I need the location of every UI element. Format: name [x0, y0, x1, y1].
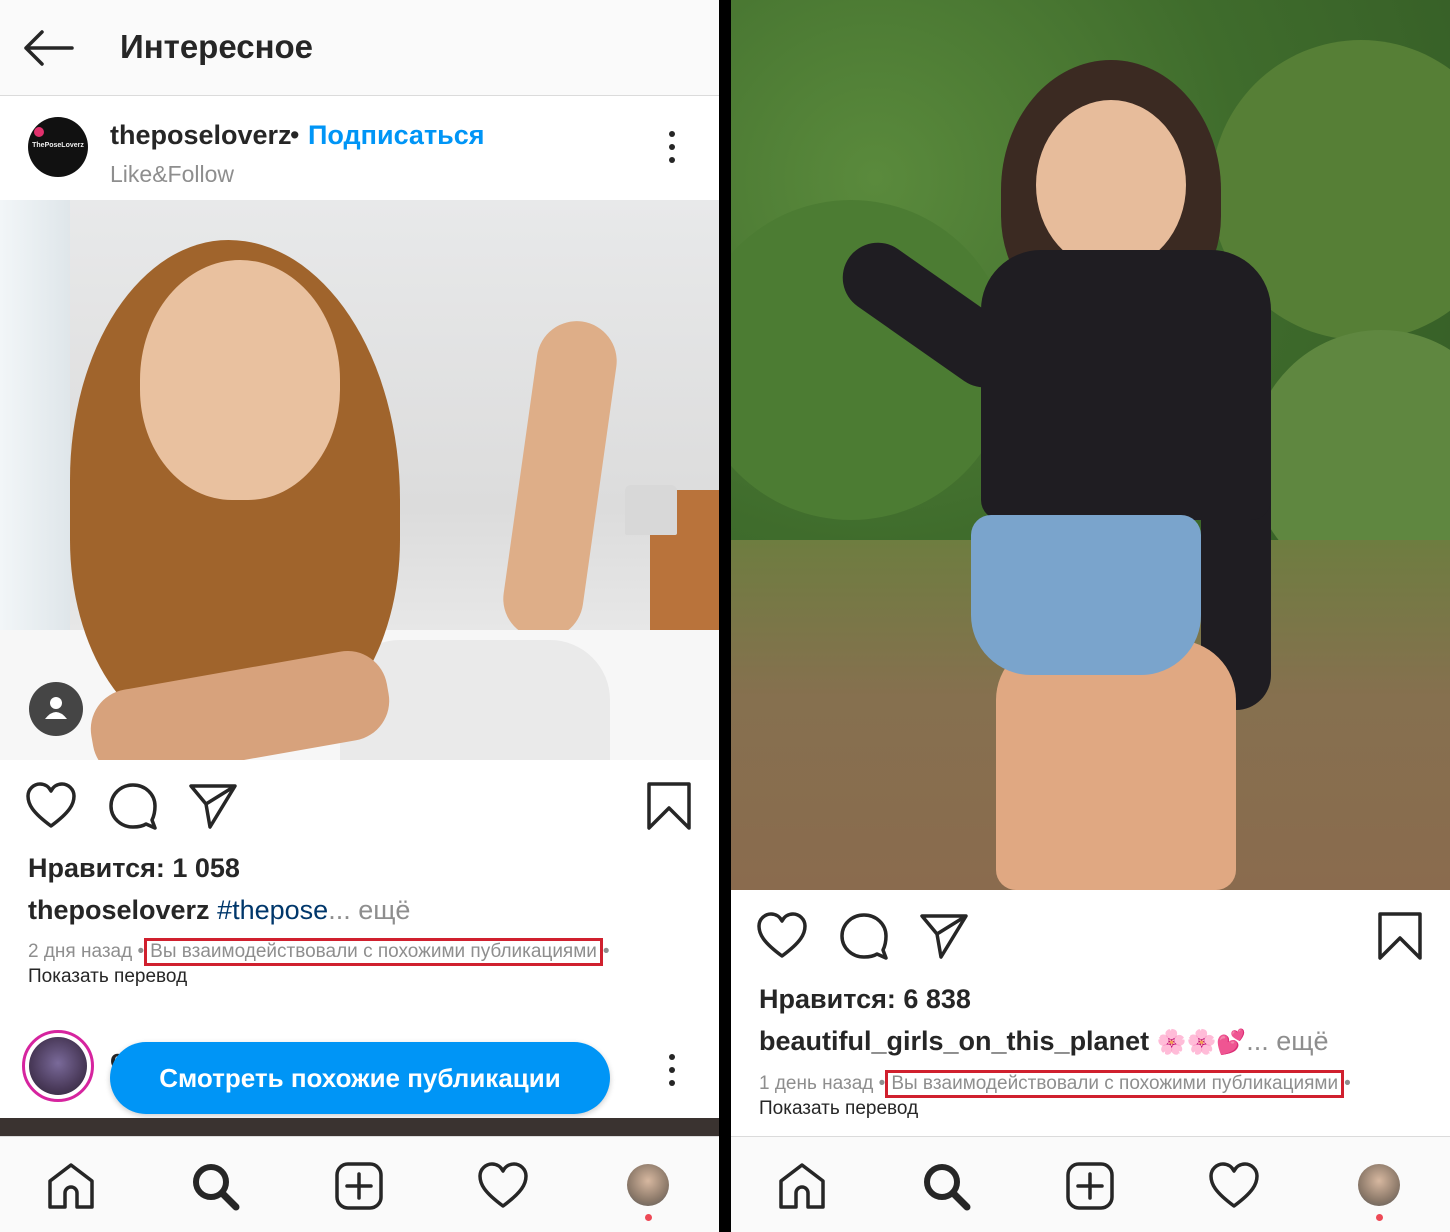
caption-emoji: 🌸🌸💕	[1156, 1029, 1247, 1056]
post-meta: 1 день назад • Вы взаимодействовали с пох…	[759, 1070, 1351, 1098]
post-caption: theposeloverz #thepose... ещё	[28, 895, 410, 926]
left-screen: Интересное ThePoseLoverz theposeloverz •…	[0, 0, 719, 1232]
post-subtitle: Like&Follow	[110, 161, 234, 187]
likes-count[interactable]: Нравится: 1 058	[28, 853, 240, 884]
caption-username[interactable]: theposeloverz	[28, 895, 210, 925]
comment-icon[interactable]	[108, 782, 158, 830]
caption-more-link[interactable]: ... ещё	[328, 895, 410, 925]
bookmark-icon[interactable]	[1375, 912, 1425, 960]
heart-icon[interactable]	[757, 912, 807, 960]
caption-username[interactable]: beautiful_girls_on_this_planet	[759, 1026, 1149, 1056]
post-caption: beautiful_girls_on_this_planet 🌸🌸💕... ещ…	[759, 1026, 1329, 1057]
next-post-avatar[interactable]	[22, 1030, 94, 1102]
view-similar-posts-button[interactable]: Смотреть похожие публикации	[110, 1042, 610, 1114]
lamp-backdrop	[625, 485, 677, 535]
avatar-logo-text: ThePoseLoverz	[32, 142, 84, 149]
post-image[interactable]	[0, 200, 719, 760]
comment-icon[interactable]	[839, 912, 889, 960]
send-icon[interactable]	[188, 782, 238, 830]
separator-dot: •	[290, 120, 300, 150]
photo-shape	[140, 260, 340, 500]
profile-avatar[interactable]	[627, 1164, 669, 1206]
right-screen: Нравится: 6 838 beautiful_girls_on_this_…	[731, 0, 1450, 1232]
activity-heart-icon[interactable]	[1209, 1161, 1259, 1211]
avatar[interactable]: ThePoseLoverz	[28, 117, 88, 177]
post-meta: 2 дня назад • Вы взаимодействовали с похо…	[28, 938, 610, 966]
avatar-accent	[34, 127, 44, 137]
send-icon[interactable]	[919, 912, 969, 960]
photo-shape	[1036, 100, 1186, 270]
person-tag-icon[interactable]	[29, 682, 83, 736]
bottom-navigation	[0, 1136, 719, 1232]
more-options-icon[interactable]	[660, 127, 684, 167]
search-icon[interactable]	[190, 1161, 240, 1211]
follow-button[interactable]: Подписаться	[308, 120, 485, 151]
window-backdrop	[0, 200, 70, 700]
caption-more-link[interactable]: ... ещё	[1246, 1026, 1328, 1056]
photo-shape	[981, 250, 1271, 520]
notification-dot	[1376, 1214, 1383, 1221]
interaction-note: Вы взаимодействовали с похожими публикац…	[144, 938, 603, 966]
show-translation-link[interactable]: Показать перевод	[759, 1098, 918, 1120]
caption-hashtag[interactable]: #thepose	[217, 895, 328, 925]
photo-shape	[996, 640, 1236, 890]
search-icon[interactable]	[921, 1161, 971, 1211]
meta-separator-end: •	[602, 941, 610, 962]
add-post-icon[interactable]	[1065, 1161, 1115, 1211]
post-time: 1 день назад	[759, 1073, 874, 1094]
home-icon[interactable]	[777, 1161, 827, 1211]
post-time: 2 дня назад	[28, 941, 133, 962]
post-username[interactable]: theposeloverz	[110, 120, 292, 151]
top-bar: Интересное	[0, 0, 719, 96]
more-options-icon[interactable]	[660, 1050, 684, 1090]
meta-separator: •	[878, 1073, 886, 1094]
post-actions	[0, 760, 719, 850]
meta-separator-end: •	[1344, 1073, 1351, 1094]
post-image[interactable]	[731, 0, 1450, 890]
heart-icon[interactable]	[26, 782, 76, 830]
page-title: Интересное	[120, 28, 314, 65]
next-post-header: c Смотреть похожие публикации	[0, 1020, 719, 1118]
home-icon[interactable]	[46, 1161, 96, 1211]
bottom-navigation	[731, 1136, 1450, 1232]
show-translation-link[interactable]: Показать перевод	[28, 966, 187, 988]
meta-separator: •	[137, 941, 145, 962]
back-arrow-icon[interactable]	[22, 28, 74, 68]
photo-shape	[971, 515, 1201, 675]
add-post-icon[interactable]	[334, 1161, 384, 1211]
activity-heart-icon[interactable]	[478, 1161, 528, 1211]
profile-avatar[interactable]	[1358, 1164, 1400, 1206]
photo-shape	[498, 315, 622, 645]
likes-count[interactable]: Нравится: 6 838	[759, 984, 971, 1015]
post-header: ThePoseLoverz theposeloverz • Подписатьс…	[0, 97, 719, 199]
next-post-image[interactable]	[0, 1118, 719, 1138]
post-actions	[731, 890, 1450, 980]
notification-dot	[645, 1214, 652, 1221]
bookmark-icon[interactable]	[644, 782, 694, 830]
interaction-note: Вы взаимодействовали с похожими публикац…	[885, 1070, 1345, 1098]
